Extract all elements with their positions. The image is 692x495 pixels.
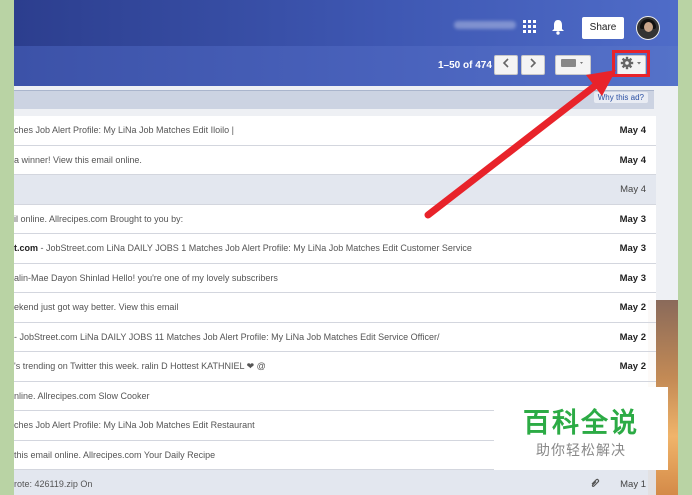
watermark-title: 百科全说 <box>523 408 639 438</box>
baike-watermark: 百科全说 助你轻松解决 <box>494 387 668 470</box>
watermark-subtitle: 助你轻松解决 <box>536 442 626 458</box>
